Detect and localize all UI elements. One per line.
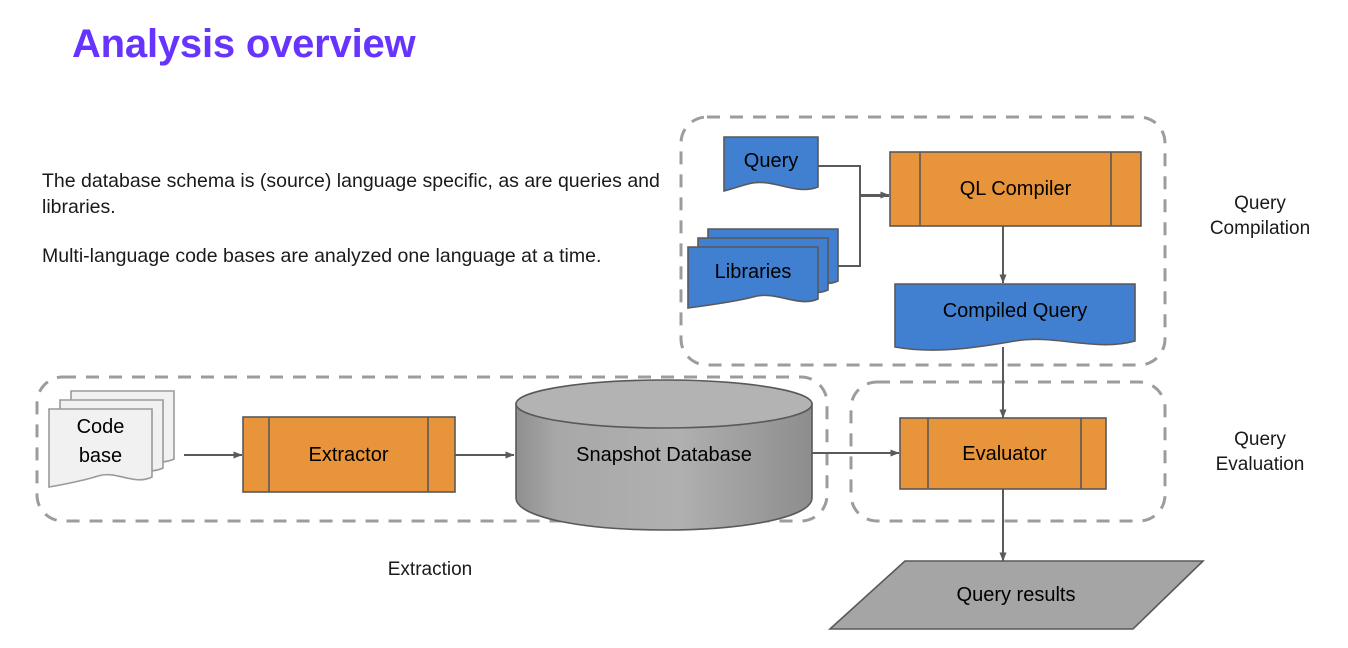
node-compiled-query[interactable] <box>894 283 1136 351</box>
node-extractor[interactable] <box>242 416 456 493</box>
edge-query-to-ql-compiler <box>818 165 890 199</box>
group-label-query-evaluation: Query Evaluation <box>1215 429 1305 475</box>
node-query[interactable] <box>723 136 819 193</box>
node-code-base[interactable] <box>48 408 153 488</box>
node-evaluator[interactable] <box>899 417 1107 490</box>
node-libraries[interactable] <box>687 246 819 309</box>
group-label-extraction: Extraction <box>387 559 473 580</box>
slide-canvas: Analysis overview The database schema is… <box>0 0 1348 648</box>
node-query-results[interactable] <box>827 560 1205 630</box>
edge-libraries-to-ql-compiler <box>838 195 889 267</box>
diagram-artwork <box>35 115 1205 630</box>
group-label-query-compilation: Query Compilation <box>1209 193 1311 239</box>
node-ql-compiler[interactable] <box>889 151 1142 227</box>
node-snapshot-database[interactable] <box>515 379 813 531</box>
